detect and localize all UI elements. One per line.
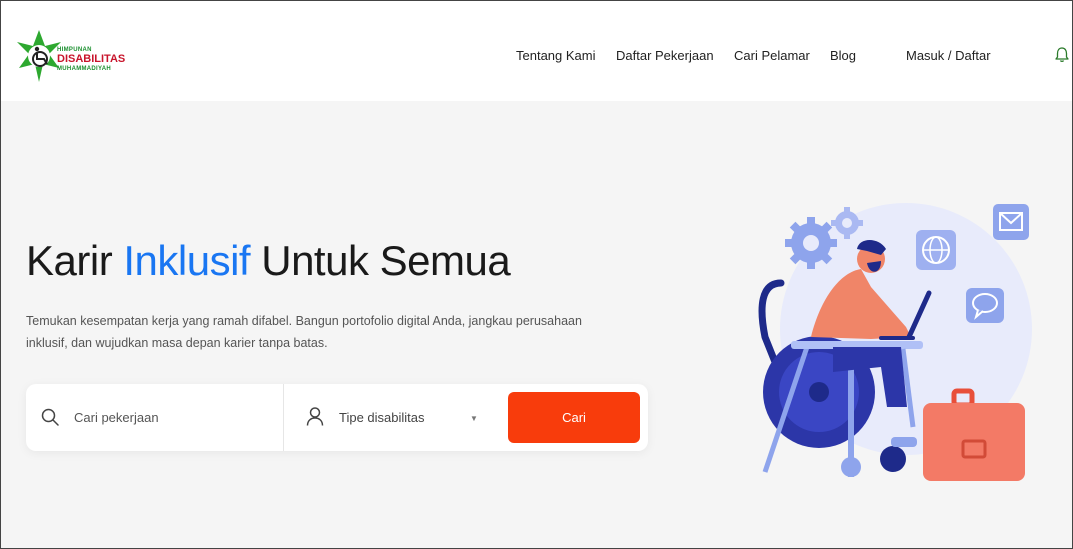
hero-illustration [758,203,1032,481]
nav-item-cari-pelamar[interactable]: Cari Pelamar [734,48,810,63]
brand-line-3: MUHAMMADIYAH [57,66,112,72]
brand-line-2: DISABILITAS [57,53,126,65]
job-search-field [26,384,284,451]
caret-down-icon: ▼ [470,414,478,423]
search-icon [41,408,59,426]
search-card: Tipe disabilitas ▼ Cari [26,384,648,451]
globe-icon [916,230,956,270]
brand-logo[interactable]: HIMPUNAN DISABILITAS MUHAMMADIYAH [17,25,147,87]
hero-title-part-1: Karir [26,237,124,284]
gear-large-icon [785,217,837,269]
chat-icon [966,288,1004,323]
job-search-input[interactable] [74,406,274,428]
page-frame: HIMPUNAN DISABILITAS MUHAMMADIYAH Tentan… [0,0,1073,549]
brand-emblem-icon [17,30,61,82]
nav-item-blog[interactable]: Blog [830,48,856,63]
hero-title: Karir Inklusif Untuk Semua [26,237,511,285]
navbar: HIMPUNAN DISABILITAS MUHAMMADIYAH Tentan… [1,1,1072,101]
search-button[interactable]: Cari [508,392,640,443]
briefcase-icon [923,388,1025,481]
disability-type-select[interactable]: Tipe disabilitas ▼ [285,384,505,451]
bell-icon[interactable] [1054,46,1070,64]
nav-item-tentang-kami[interactable]: Tentang Kami [516,48,596,63]
hero-title-part-2: Untuk Semua [250,237,511,284]
disability-type-label: Tipe disabilitas [339,410,425,425]
brand-wordmark: HIMPUNAN DISABILITAS MUHAMMADIYAH [57,47,125,72]
user-icon [306,407,324,426]
mail-icon [993,204,1029,240]
login-register-link[interactable]: Masuk / Daftar [906,48,991,63]
hero-description: Temukan kesempatan kerja yang ramah difa… [26,314,582,350]
hero-title-accent: Inklusif [123,237,251,284]
nav-item-daftar-pekerjaan[interactable]: Daftar Pekerjaan [616,48,714,63]
